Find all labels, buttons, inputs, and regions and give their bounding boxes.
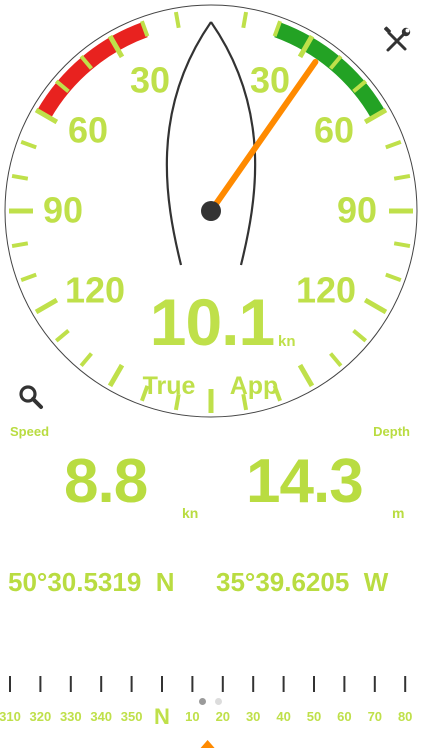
- mode-app-button[interactable]: App: [230, 372, 279, 400]
- angle-label-right-30: 30: [250, 60, 290, 101]
- gauge-tick: [20, 140, 37, 150]
- tools-icon: [384, 26, 411, 52]
- gauge-tick: [363, 297, 388, 315]
- compass-label: 20: [216, 709, 230, 724]
- wind-gauge: 30 30 60 60 90 90 120 120 10.1 kn True App: [4, 4, 418, 418]
- compass-label: 80: [398, 709, 412, 724]
- gauge-tick: [107, 363, 125, 388]
- gauge-tick: [385, 140, 402, 150]
- compass-label: 40: [276, 709, 290, 724]
- gauge-tick: [79, 352, 93, 368]
- angle-label-right-60: 60: [314, 110, 354, 151]
- compass-label: 60: [337, 709, 351, 724]
- speed-label: Speed: [10, 424, 50, 439]
- angle-label-right-120: 120: [296, 270, 356, 311]
- compass-label: 30: [246, 709, 260, 724]
- compass-label: 310: [0, 709, 21, 724]
- compass-strip: 310 320 330 340 350 N 10 20 30 40 50 60 70 80: [0, 676, 412, 748]
- gauge-tick: [11, 241, 29, 249]
- magnifier-icon: [19, 385, 43, 409]
- compass-label: 350: [121, 709, 143, 724]
- needle-hub: [201, 201, 221, 221]
- angle-label-left-120: 120: [65, 270, 125, 311]
- compass-north-label: N: [154, 704, 170, 729]
- gauge-tick: [54, 329, 70, 343]
- boat-hull: [165, 21, 257, 266]
- depth-unit: m: [392, 505, 405, 521]
- compass-label: 320: [30, 709, 52, 724]
- gauge-tick: [393, 241, 411, 249]
- search-button[interactable]: [16, 382, 46, 412]
- speed-unit: kn: [182, 505, 199, 521]
- gauge-tick: [241, 11, 249, 29]
- compass-label: 10: [185, 709, 199, 724]
- angle-label-right-90: 90: [337, 190, 377, 231]
- gauge-tick: [385, 272, 402, 282]
- gauge-tick: [34, 297, 59, 315]
- gauge-tick: [352, 329, 368, 343]
- gauge-tick: [173, 11, 181, 29]
- gauge-tick: [393, 173, 411, 181]
- compass-label: 340: [90, 709, 112, 724]
- gauge-tick: [20, 272, 37, 282]
- wind-speed-unit: kn: [278, 333, 296, 350]
- gauge-tick: [329, 352, 343, 368]
- depth-value: 14.3: [246, 447, 364, 516]
- heading-marker: [200, 740, 215, 748]
- settings-button[interactable]: [380, 24, 414, 58]
- angle-label-left-30: 30: [130, 60, 170, 101]
- latitude: 50°30.5319 N: [8, 567, 175, 597]
- mode-true-button[interactable]: True: [143, 372, 196, 400]
- speed-value: 8.8: [64, 447, 148, 516]
- wind-speed-value: 10.1: [150, 285, 274, 359]
- compass-label: 330: [60, 709, 82, 724]
- compass-label: 50: [307, 709, 321, 724]
- gauge-tick: [297, 363, 315, 388]
- compass-label: 70: [368, 709, 382, 724]
- angle-label-left-60: 60: [68, 110, 108, 151]
- angle-label-left-90: 90: [43, 190, 83, 231]
- longitude: 35°39.6205 W: [216, 567, 389, 597]
- gauge-tick: [11, 173, 29, 181]
- depth-label: Depth: [373, 424, 410, 439]
